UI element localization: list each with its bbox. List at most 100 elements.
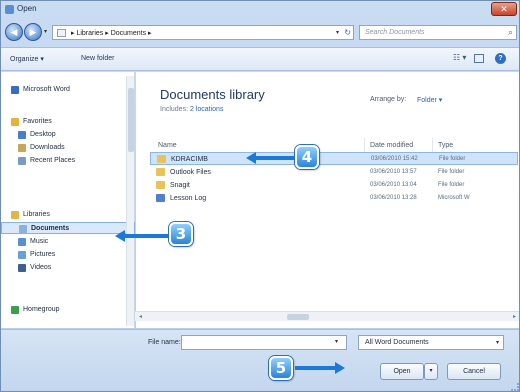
file-name-dropdown-icon[interactable]: ▾ [335, 338, 338, 345]
file-type-value: All Word Documents [365, 339, 429, 346]
location-icon [57, 29, 66, 37]
library-title: Documents library [160, 87, 265, 102]
open-dialog: Open ✕ ◀ ▶ ▾ ▸ Libraries ▸ Documents ▸ ▾… [0, 0, 520, 392]
scroll-left-icon[interactable]: ◂ [139, 313, 142, 320]
file-name: Lesson Log [170, 195, 207, 202]
music-icon [18, 238, 26, 246]
arrow-line [123, 234, 171, 238]
nav-item-favorites[interactable]: Favorites [1, 116, 135, 128]
preview-pane-icon[interactable] [474, 54, 484, 63]
arrow-line [295, 366, 335, 370]
forward-button[interactable]: ▶ [24, 23, 42, 41]
command-bar: Organize ▾ New folder ☷ ▾ ? [1, 47, 519, 71]
nav-item-label: Videos [30, 264, 52, 271]
close-button[interactable]: ✕ [491, 2, 517, 16]
file-type: File folder [438, 169, 465, 175]
address-bar[interactable]: ▸ Libraries ▸ Documents ▸ ▾ ↻ [52, 25, 354, 40]
recent-pages-dropdown-icon[interactable]: ▾ [44, 28, 47, 35]
arrange-by-label: Arrange by: [370, 96, 407, 103]
nav-item-downloads[interactable]: Downloads [1, 142, 135, 154]
back-button[interactable]: ◀ [5, 23, 23, 41]
address-dropdown-icon[interactable]: ▾ [336, 29, 339, 36]
file-row[interactable]: Snagit 03/06/2010 13:04 File folder [150, 179, 518, 192]
pictures-icon [18, 251, 26, 259]
views-icon[interactable]: ☷ ▾ [453, 53, 466, 62]
open-options-button[interactable]: ▾ [424, 363, 438, 380]
column-header-date[interactable]: Date modified [370, 142, 413, 149]
nav-item-videos[interactable]: Videos [1, 262, 135, 274]
nav-item-libraries[interactable]: Libraries [1, 209, 135, 221]
address-row: ◀ ▶ ▾ ▸ Libraries ▸ Documents ▸ ▾ ↻ Sear… [1, 19, 519, 46]
scroll-right-icon[interactable]: ▸ [513, 313, 516, 320]
arrange-by-dropdown[interactable]: Folder ▾ [417, 96, 442, 104]
word-document-icon [156, 194, 165, 202]
file-name: KDRACIMB [171, 156, 208, 163]
word-icon [11, 86, 19, 94]
title-bar: Open ✕ [1, 1, 519, 18]
nav-item-desktop[interactable]: Desktop [1, 129, 135, 141]
file-row[interactable]: Lesson Log 03/06/2010 13:28 Microsoft W [150, 192, 518, 205]
nav-item-homegroup[interactable]: Homegroup [1, 304, 135, 316]
step-3-callout: 3 [169, 222, 193, 246]
search-icon[interactable]: ⌕ [508, 27, 513, 38]
resize-grip-icon[interactable] [511, 383, 519, 391]
file-type-select[interactable]: All Word Documents ▾ [358, 335, 504, 350]
file-date: 03/06/2010 13:28 [370, 195, 417, 201]
column-header-type[interactable]: Type [438, 142, 453, 149]
arrow-line [254, 156, 296, 160]
file-type: Microsoft W [438, 195, 470, 201]
star-icon [11, 118, 19, 126]
dialog-footer: File name: ▾ All Word Documents ▾ Open ▾… [1, 329, 519, 391]
nav-item-pictures[interactable]: Pictures [1, 249, 135, 261]
file-type: File folder [438, 182, 465, 188]
folder-icon [157, 155, 166, 163]
recent-places-icon [18, 157, 26, 165]
file-name-input[interactable] [181, 335, 347, 350]
videos-icon [18, 264, 26, 272]
documents-icon [19, 225, 27, 233]
step-5-callout: 5 [269, 356, 293, 380]
file-name-label: File name: [148, 339, 181, 346]
search-input[interactable]: Search Documents ⌕ [359, 25, 517, 40]
horizontal-scrollbar[interactable]: ◂ ▸ [135, 311, 519, 321]
scrollbar-thumb[interactable] [287, 314, 309, 320]
scrollbar-thumb[interactable] [128, 88, 134, 152]
organize-button[interactable]: Organize ▾ [10, 55, 44, 63]
libraries-icon [11, 211, 19, 219]
nav-item-label: Pictures [30, 251, 56, 258]
folder-icon [156, 181, 165, 189]
app-icon [5, 5, 14, 14]
nav-item-label: Recent Places [30, 157, 76, 164]
file-date: 03/06/2010 13:04 [370, 182, 417, 188]
breadcrumb[interactable]: ▸ Libraries ▸ Documents ▸ [71, 29, 152, 37]
nav-item-recent-places[interactable]: Recent Places [1, 155, 135, 167]
chevron-down-icon[interactable]: ▾ [496, 339, 499, 346]
column-divider[interactable] [432, 138, 433, 152]
help-icon[interactable]: ? [495, 53, 506, 64]
file-row[interactable]: Outlook Files 03/06/2010 13:57 File fold… [150, 166, 518, 179]
arrow-icon [335, 362, 345, 374]
file-name: Snagit [170, 182, 190, 189]
new-folder-button[interactable]: New folder [81, 55, 114, 62]
file-list-pane: Documents library Includes: 2 locations … [136, 72, 519, 328]
folder-icon [156, 168, 165, 176]
nav-item-label: Microsoft Word [23, 86, 70, 93]
navigation-pane: Microsoft Word Favorites Desktop Downloa… [1, 72, 135, 328]
file-row[interactable]: KDRACIMB 03/06/2010 15:42 File folder [150, 152, 518, 165]
nav-item-label: Music [30, 238, 49, 245]
column-header-name[interactable]: Name [158, 142, 177, 149]
downloads-icon [18, 144, 26, 152]
file-type: File folder [439, 156, 466, 162]
column-divider[interactable] [364, 138, 365, 152]
homegroup-icon [11, 306, 19, 314]
cancel-button[interactable]: Cancel [447, 363, 501, 380]
nav-item-label: Documents [31, 225, 70, 232]
nav-item-microsoft-word[interactable]: Microsoft Word [1, 84, 135, 96]
includes-label: Includes: [160, 106, 189, 113]
open-button[interactable]: Open [380, 363, 424, 380]
navigation-scrollbar[interactable] [126, 76, 134, 326]
refresh-icon[interactable]: ↻ [344, 28, 351, 37]
locations-link[interactable]: 2 locations [190, 106, 223, 113]
library-includes: Includes: 2 locations [160, 106, 223, 113]
nav-item-label: Libraries [23, 211, 50, 218]
